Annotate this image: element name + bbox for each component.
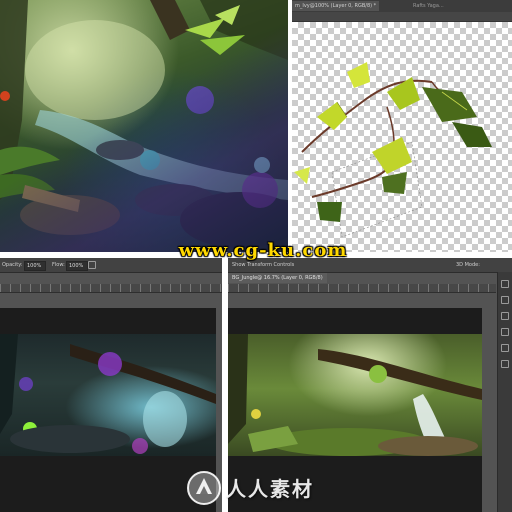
letterbox-top (228, 308, 482, 334)
opacity-input[interactable]: 100% (24, 261, 46, 271)
arrange-icon[interactable] (501, 280, 509, 288)
jungle-scene-blue[interactable] (0, 334, 216, 456)
properties-icon[interactable] (501, 360, 509, 368)
flow-input[interactable]: 100% (66, 261, 88, 271)
adjustments-icon[interactable] (501, 344, 509, 352)
jungle-scene-natural[interactable] (228, 334, 482, 456)
ivy-photoshop-window: m_Ivy@100% (Layer 0, RGB/8) * Rafts Yaga… (292, 0, 512, 252)
transparent-canvas[interactable] (292, 22, 512, 252)
watermark-rrsc: 人人素材 (226, 477, 314, 501)
ruler-horizontal (292, 12, 512, 22)
ruler-horizontal (228, 284, 496, 293)
ruler-horizontal (0, 284, 222, 293)
brush-icon[interactable] (501, 312, 509, 320)
history-icon[interactable] (501, 296, 509, 304)
side-tool-strip (497, 272, 512, 512)
flow-label: Flow: (52, 262, 65, 268)
letterbox-top (0, 308, 216, 334)
document-tab[interactable]: BG_Jungle@ 16.7% (Layer 0, RGB/8) (228, 273, 327, 283)
blue-scene-illustration (0, 334, 216, 454)
3d-mode-label: 3D Mode: (456, 262, 480, 268)
ivy-branch-illustration (294, 62, 492, 238)
airbrush-icon[interactable] (88, 261, 96, 269)
letterbox-bottom (0, 456, 216, 512)
natural-scene-illustration (228, 334, 482, 456)
watermark-cgku: www.cg-ku.com (178, 240, 348, 261)
document-tab-inactive[interactable]: Rafts Yaga... (410, 1, 447, 11)
document-tab-active[interactable]: m_Ivy@100% (Layer 0, RGB/8) * (292, 1, 380, 11)
layers-icon[interactable] (501, 328, 509, 336)
jungle-render-image (0, 0, 288, 252)
rrsc-logo-icon (187, 471, 221, 505)
opacity-label: Opacity: (2, 262, 23, 268)
color-grade-overlay (0, 0, 288, 252)
